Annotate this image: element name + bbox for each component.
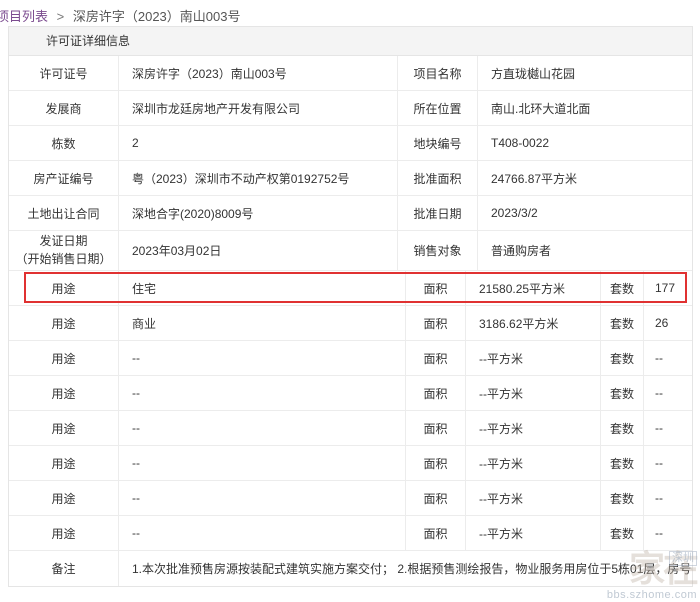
units-label: 套数 bbox=[601, 271, 644, 305]
table-row-issue-date: 发证日期 （开始销售日期） 2023年03月02日 销售对象 普通购房者 bbox=[9, 231, 692, 271]
field-label: 批准面积 bbox=[398, 161, 478, 195]
usage-value: 商业 bbox=[119, 306, 406, 340]
table-row-land-contract: 土地出让合同 深地合字(2020)8009号 批准日期 2023/3/2 bbox=[9, 196, 692, 231]
units-value: 177 bbox=[644, 271, 692, 305]
units-value: -- bbox=[644, 341, 692, 375]
table-row-usage-residential: 用途 住宅 面积 21580.25平方米 套数 177 bbox=[9, 271, 692, 306]
field-label: 栋数 bbox=[9, 126, 119, 160]
field-value: 深地合字(2020)8009号 bbox=[119, 196, 398, 230]
area-label: 面积 bbox=[406, 376, 466, 410]
field-value: 粤（2023）深圳市不动产权第0192752号 bbox=[119, 161, 398, 195]
table-row-usage-commercial: 用途 商业 面积 3186.62平方米 套数 26 bbox=[9, 306, 692, 341]
table-row-developer: 发展商 深圳市龙廷房地产开发有限公司 所在位置 南山.北环大道北面 bbox=[9, 91, 692, 126]
field-label: 用途 bbox=[9, 516, 119, 550]
breadcrumb-link-project-list[interactable]: 项目列表 bbox=[0, 9, 48, 24]
field-label: 用途 bbox=[9, 411, 119, 445]
area-value: 3186.62平方米 bbox=[466, 306, 601, 340]
field-label: 用途 bbox=[9, 481, 119, 515]
area-value: --平方米 bbox=[466, 446, 601, 480]
units-value: -- bbox=[644, 411, 692, 445]
field-label: 房产证编号 bbox=[9, 161, 119, 195]
units-value: -- bbox=[644, 446, 692, 480]
field-label: 发证日期 （开始销售日期） bbox=[9, 231, 119, 270]
panel-title: 许可证详细信息 bbox=[9, 27, 692, 56]
field-value: 普通购房者 bbox=[478, 231, 692, 270]
area-value: 21580.25平方米 bbox=[466, 271, 601, 305]
remark-text: 1.本次批准预售房源按装配式建筑实施方案交付； 2.根据预售测绘报告，物业服务用… bbox=[119, 551, 692, 586]
field-label: 用途 bbox=[9, 341, 119, 375]
table-row-usage-empty: 用途 -- 面积 --平方米 套数 -- bbox=[9, 411, 692, 446]
units-value: -- bbox=[644, 376, 692, 410]
table-row-usage-empty: 用途 -- 面积 --平方米 套数 -- bbox=[9, 376, 692, 411]
usage-value: -- bbox=[119, 516, 406, 550]
field-label: 用途 bbox=[9, 446, 119, 480]
field-label-line2: （开始销售日期） bbox=[15, 251, 111, 268]
area-label: 面积 bbox=[406, 306, 466, 340]
table-row-usage-empty: 用途 -- 面积 --平方米 套数 -- bbox=[9, 446, 692, 481]
table-row-permit-no: 许可证号 深房许字（2023）南山003号 项目名称 方直珑樾山花园 bbox=[9, 56, 692, 91]
usage-value: -- bbox=[119, 341, 406, 375]
units-label: 套数 bbox=[601, 481, 644, 515]
table-row-usage-empty: 用途 -- 面积 --平方米 套数 -- bbox=[9, 516, 692, 551]
table-row-usage-empty: 用途 -- 面积 --平方米 套数 -- bbox=[9, 341, 692, 376]
table-row-usage-empty: 用途 -- 面积 --平方米 套数 -- bbox=[9, 481, 692, 516]
area-value: --平方米 bbox=[466, 411, 601, 445]
table-row-building-count: 栋数 2 地块编号 T408-0022 bbox=[9, 126, 692, 161]
units-value: 26 bbox=[644, 306, 692, 340]
area-label: 面积 bbox=[406, 411, 466, 445]
usage-value: -- bbox=[119, 376, 406, 410]
field-value: 2023/3/2 bbox=[478, 196, 692, 230]
area-value: --平方米 bbox=[466, 481, 601, 515]
area-label: 面积 bbox=[406, 516, 466, 550]
table-row-property-cert: 房产证编号 粤（2023）深圳市不动产权第0192752号 批准面积 24766… bbox=[9, 161, 692, 196]
field-label: 许可证号 bbox=[9, 56, 119, 90]
area-label: 面积 bbox=[406, 341, 466, 375]
breadcrumb-current-page: 深房许字（2023）南山003号 bbox=[73, 9, 241, 24]
units-value: -- bbox=[644, 481, 692, 515]
field-value: 南山.北环大道北面 bbox=[478, 91, 692, 125]
units-label: 套数 bbox=[601, 306, 644, 340]
units-label: 套数 bbox=[601, 411, 644, 445]
units-label: 套数 bbox=[601, 516, 644, 550]
area-label: 面积 bbox=[406, 271, 466, 305]
field-value: 2 bbox=[119, 126, 398, 160]
field-label: 项目名称 bbox=[398, 56, 478, 90]
field-value: 2023年03月02日 bbox=[119, 231, 398, 270]
usage-value: -- bbox=[119, 411, 406, 445]
field-value: 深圳市龙廷房地产开发有限公司 bbox=[119, 91, 398, 125]
field-value: 方直珑樾山花园 bbox=[478, 56, 692, 90]
breadcrumb-separator: > bbox=[57, 9, 65, 24]
units-label: 套数 bbox=[601, 446, 644, 480]
field-value: 深房许字（2023）南山003号 bbox=[119, 56, 398, 90]
area-value: --平方米 bbox=[466, 341, 601, 375]
area-value: --平方米 bbox=[466, 376, 601, 410]
field-label: 发展商 bbox=[9, 91, 119, 125]
units-value: -- bbox=[644, 516, 692, 550]
units-label: 套数 bbox=[601, 376, 644, 410]
field-label: 地块编号 bbox=[398, 126, 478, 160]
field-label: 用途 bbox=[9, 306, 119, 340]
area-label: 面积 bbox=[406, 446, 466, 480]
field-label: 所在位置 bbox=[398, 91, 478, 125]
usage-value: -- bbox=[119, 481, 406, 515]
field-label: 用途 bbox=[9, 271, 119, 305]
field-label: 销售对象 bbox=[398, 231, 478, 270]
field-label: 备注 bbox=[9, 551, 119, 586]
field-value: 24766.87平方米 bbox=[478, 161, 692, 195]
area-label: 面积 bbox=[406, 481, 466, 515]
field-label: 批准日期 bbox=[398, 196, 478, 230]
table-row-remark: 备注 1.本次批准预售房源按装配式建筑实施方案交付； 2.根据预售测绘报告，物业… bbox=[9, 551, 692, 586]
units-label: 套数 bbox=[601, 341, 644, 375]
field-label-line1: 发证日期 bbox=[15, 233, 111, 250]
permit-detail-panel: 许可证详细信息 许可证号 深房许字（2023）南山003号 项目名称 方直珑樾山… bbox=[8, 26, 693, 587]
breadcrumb: 项目列表 > 深房许字（2023）南山003号 bbox=[0, 6, 240, 25]
usage-value: 住宅 bbox=[119, 271, 406, 305]
field-label: 土地出让合同 bbox=[9, 196, 119, 230]
usage-value: -- bbox=[119, 446, 406, 480]
watermark-url: bbs.szhome.com bbox=[585, 590, 697, 601]
field-label: 用途 bbox=[9, 376, 119, 410]
area-value: --平方米 bbox=[466, 516, 601, 550]
field-value: T408-0022 bbox=[478, 126, 692, 160]
